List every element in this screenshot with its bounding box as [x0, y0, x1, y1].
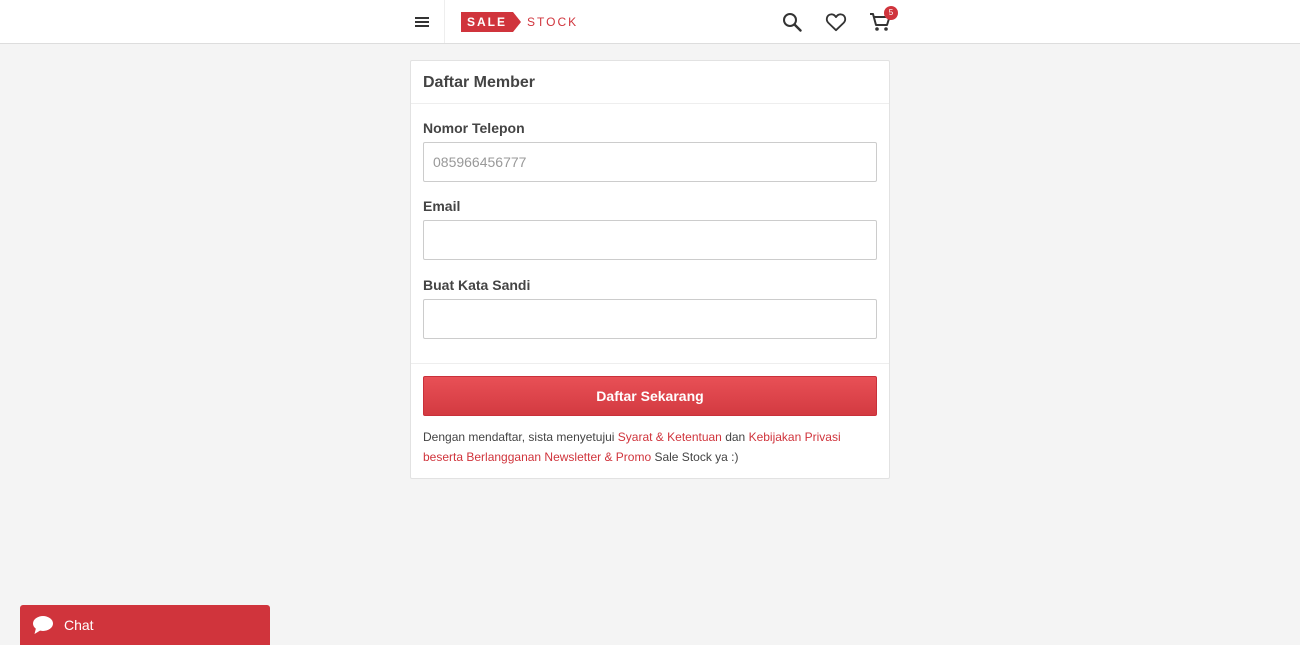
register-card: Daftar Member Nomor Telepon Email Buat K… — [410, 60, 890, 479]
logo-sale-text: SALE — [461, 12, 522, 32]
register-now-button[interactable]: Daftar Sekarang — [423, 376, 877, 416]
chat-bubble-icon — [33, 616, 53, 634]
cart-button[interactable]: 5 — [868, 6, 898, 34]
wishlist-button[interactable] — [824, 10, 848, 34]
email-label: Email — [423, 198, 461, 214]
phone-label: Nomor Telepon — [423, 120, 525, 136]
terms-suffix: Sale Stock ya :) — [651, 450, 739, 464]
menu-icon — [415, 16, 429, 27]
terms-prefix: Dengan mendaftar, sista menyetujui — [423, 430, 618, 444]
search-button[interactable] — [780, 10, 804, 34]
menu-button[interactable] — [400, 0, 445, 43]
phone-input[interactable] — [423, 142, 877, 182]
email-input[interactable] — [423, 220, 877, 260]
sale-stock-logo[interactable]: SALE STOCK — [461, 12, 578, 32]
terms-link[interactable]: Syarat & Ketentuan — [618, 430, 722, 444]
card-title: Daftar Member — [411, 61, 889, 104]
search-icon — [783, 13, 802, 32]
form-divider — [411, 363, 889, 364]
chat-button[interactable]: Chat — [20, 605, 270, 645]
top-navbar: SALE STOCK 5 — [0, 0, 1300, 44]
terms-text: Dengan mendaftar, sista menyetujui Syara… — [423, 427, 877, 467]
password-label: Buat Kata Sandi — [423, 277, 531, 293]
terms-middle: dan — [721, 430, 749, 444]
chat-label: Chat — [64, 617, 94, 633]
logo-stock-text: STOCK — [527, 15, 579, 29]
heart-icon — [825, 13, 847, 32]
cart-count-badge: 5 — [884, 6, 898, 20]
password-input[interactable] — [423, 299, 877, 339]
